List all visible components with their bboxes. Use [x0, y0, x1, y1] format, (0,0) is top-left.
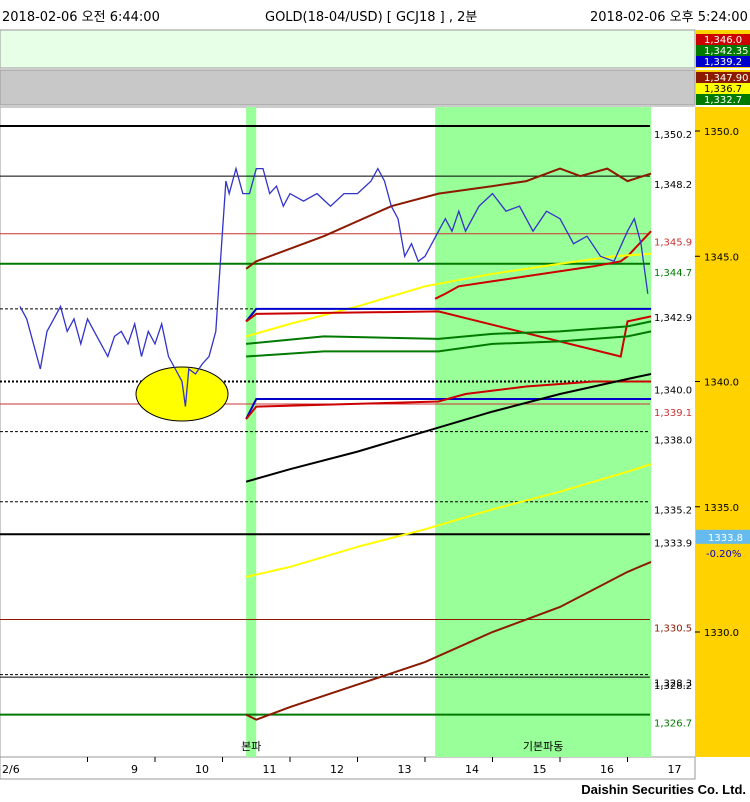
x-tick-label-7: 15 — [533, 763, 547, 776]
top-panel-label-1: 1,342.35 — [704, 46, 749, 57]
x-tick-label-6: 14 — [465, 763, 479, 776]
level-label-2: 1,345.9 — [654, 238, 692, 249]
price-chart[interactable]: 본파 기본파동 1,350.2 1,348.2 1,345.9 1,344.7 1,342… — [0, 0, 750, 802]
level-label-0: 1,350.2 — [654, 130, 692, 141]
top-indicator-panel — [0, 29, 696, 69]
top-panel-label-2: 1,339.2 — [704, 57, 742, 68]
highlight-ellipse — [135, 366, 229, 422]
level-label-8: 1,335.2 — [654, 506, 692, 517]
second-indicator-panel — [0, 69, 696, 106]
y-tick-label-1: 1335.0 — [704, 503, 739, 514]
y-tick-label-4: 1350.0 — [704, 127, 739, 138]
y-tick-label-0: 1330.0 — [704, 628, 739, 639]
x-tick-label-3: 11 — [263, 763, 277, 776]
x-tick-label-2: 10 — [195, 763, 209, 776]
last-price-change: -0.20% — [706, 549, 741, 560]
level-label-3: 1,344.7 — [654, 268, 692, 279]
level-label-10: 1,330.5 — [654, 623, 692, 634]
second-panel-label-0: 1,347.90 — [704, 73, 749, 84]
level-label-13: 1,326.7 — [654, 719, 692, 730]
x-tick-label-8: 16 — [600, 763, 614, 776]
x-tick-label-1: 9 — [131, 763, 138, 776]
x-tick-label-4: 12 — [330, 763, 344, 776]
level-label-column — [650, 107, 695, 757]
y-tick-label-3: 1345.0 — [704, 252, 739, 263]
company-name: Daishin Securities Co. Ltd. — [581, 782, 746, 797]
x-tick-label-9: 17 — [668, 763, 682, 776]
level-label-9: 1,333.9 — [654, 538, 692, 549]
x-tick-label-0: 2/6 — [2, 763, 20, 776]
level-label-7: 1,338.0 — [654, 436, 692, 447]
level-label-1: 1,348.2 — [654, 180, 692, 191]
region-label-1: 기본파동 — [523, 740, 563, 753]
footer: Daishin Securities Co. Ltd. — [0, 780, 750, 802]
second-panel-label-1: 1,336.7 — [704, 84, 742, 95]
region-label-0: 본파 — [241, 740, 261, 753]
top-panel-label-0: 1,346.0 — [704, 35, 742, 46]
y-tick-label-2: 1340.0 — [704, 378, 739, 389]
level-label-4: 1,342.9 — [654, 313, 692, 324]
level-label-12: 1,328.2 — [654, 681, 692, 692]
level-label-5: 1,340.0 — [654, 386, 692, 397]
level-label-6: 1,339.1 — [654, 408, 692, 419]
x-tick-label-5: 13 — [398, 763, 412, 776]
y-axis-strip — [695, 107, 750, 757]
last-price-label: 1333.8 — [708, 533, 743, 544]
second-panel-label-2: 1,332.7 — [704, 95, 742, 106]
x-axis-strip — [0, 756, 696, 780]
